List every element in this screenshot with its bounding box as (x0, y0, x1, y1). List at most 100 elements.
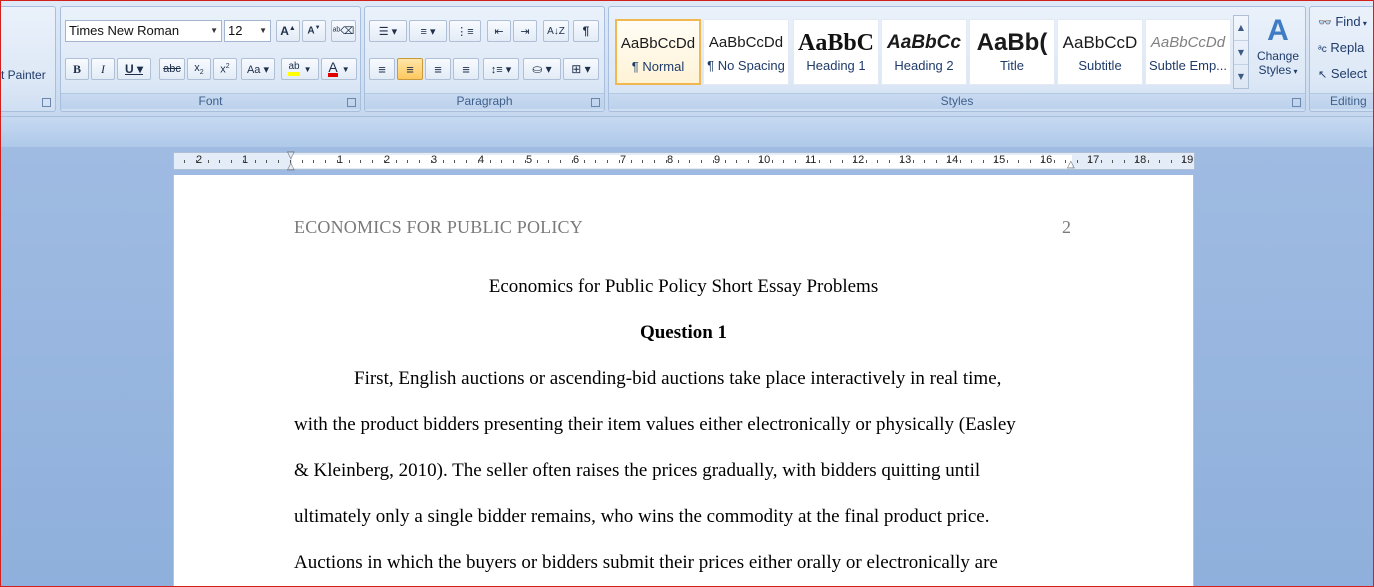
ruler-tick (748, 160, 749, 163)
align-left-icon: ≡ (378, 61, 386, 77)
style-sample: AaBb( (976, 29, 1048, 56)
ruler-tick (196, 160, 197, 163)
font-name-combo[interactable]: Times New Roman ▼ (65, 20, 222, 42)
align-center-button[interactable]: ≡ (397, 58, 423, 80)
ruler-tick (1089, 160, 1090, 163)
numbering-button[interactable]: ≡ ▾ (409, 20, 447, 42)
font-size-combo[interactable]: 12 ▼ (224, 20, 271, 42)
font-group: Times New Roman ▼ 12 ▼ A▲ A▼ ᵃᵇ⌫ B I U ▾… (60, 6, 361, 112)
ruler-tick (478, 160, 479, 163)
change-styles-label-1: Change (1256, 49, 1300, 63)
font-name-value: Times New Roman (69, 23, 180, 38)
ruler-tick (396, 160, 397, 163)
ruler-tick (290, 160, 291, 163)
shrink-font-button[interactable]: A▼ (302, 20, 326, 42)
cursor-arrow-icon: ↖ (1318, 69, 1328, 81)
highlight-color-button[interactable]: ab ▼ (281, 58, 319, 80)
change-case-button[interactable]: Aa ▾ (241, 58, 275, 80)
ruler-number: 8 (667, 154, 674, 166)
superscript-button[interactable]: x2 (213, 58, 237, 80)
find-button[interactable]: 👓 Find ▾ (1318, 14, 1367, 29)
bullets-button[interactable]: ☰ ▾ (369, 20, 407, 42)
style-subtle-emphasis[interactable]: AaBbCcDd Subtle Emp... (1145, 19, 1231, 85)
ruler-tick (654, 160, 655, 163)
clear-formatting-button[interactable]: ᵃᵇ⌫ (331, 20, 356, 42)
ruler-tick (184, 160, 185, 163)
style-name: ¶ No Spacing (707, 58, 785, 73)
ruler-tick (560, 160, 561, 163)
gallery-more-icon[interactable]: ▼ (1234, 64, 1248, 88)
ruler-tick (466, 160, 467, 163)
clipboard-launcher-icon[interactable] (42, 98, 51, 107)
grow-font-button[interactable]: A▲ (276, 20, 300, 42)
ruler-tick (595, 160, 596, 163)
style-name: ¶ Normal (631, 59, 685, 74)
ruler-tick (854, 160, 855, 163)
chevron-down-icon: ▾ (1360, 19, 1367, 28)
align-right-icon: ≡ (434, 61, 442, 77)
replace-button[interactable]: ᵃc Repla (1318, 40, 1364, 55)
font-color-button[interactable]: A ▼ (321, 58, 357, 80)
styles-launcher-icon[interactable] (1292, 98, 1301, 107)
increase-indent-button[interactable]: ⇥ (513, 20, 537, 42)
sort-button[interactable]: A↓Z (543, 20, 569, 42)
subscript-button[interactable]: x2 (187, 58, 211, 80)
ribbon-bottom-bar (0, 117, 1374, 147)
ruler-tick (619, 160, 620, 163)
ruler-tick (302, 160, 303, 163)
ruler-number: 7 (620, 154, 627, 166)
italic-button[interactable]: I (91, 58, 115, 80)
horizontal-ruler[interactable]: 2 1 1 2 3 4 5 6 7 8 9 10 11 12 13 14 15 … (173, 150, 1195, 172)
strikethrough-button[interactable]: abc (159, 58, 185, 80)
ruler-tick (490, 160, 491, 163)
right-indent-icon[interactable]: △ (1067, 159, 1075, 170)
scroll-up-icon[interactable]: ▲ (1234, 16, 1248, 40)
style-heading-2[interactable]: AaBbCc Heading 2 (881, 19, 967, 85)
chevron-down-icon: ▼ (210, 26, 218, 35)
style-no-spacing[interactable]: AaBbCcDd ¶ No Spacing (703, 19, 789, 85)
style-sample: AaBbCcDd (708, 34, 784, 51)
ruler-tick (795, 160, 796, 163)
paragraph-group: ☰ ▾ ≡ ▾ ⋮≡ ⇤ ⇥ A↓Z ¶ ≡ ≡ ≡ ≡ ↕≡ ▾ ⛀ ▾ ⊞ … (364, 6, 605, 112)
ruler-tick (866, 160, 867, 163)
ruler-tick (936, 160, 937, 163)
ruler-number: 6 (573, 154, 580, 166)
decrease-indent-button[interactable]: ⇤ (487, 20, 511, 42)
style-sample: AaBbCcD (1062, 33, 1138, 52)
paragraph-launcher-icon[interactable] (591, 98, 600, 107)
shrink-font-icon: A▼ (307, 25, 321, 37)
page-header-title: ECONOMICS FOR PUBLIC POLICY (294, 217, 583, 237)
align-left-button[interactable]: ≡ (369, 58, 395, 80)
style-subtitle[interactable]: AaBbCcD Subtitle (1057, 19, 1143, 85)
style-name: Subtle Emp... (1148, 58, 1228, 73)
style-normal[interactable]: AaBbCcDd ¶ Normal (615, 19, 701, 85)
justify-button[interactable]: ≡ (453, 58, 479, 80)
chevron-down-icon: ▾ (1291, 67, 1298, 76)
change-styles-button[interactable]: A Change Styles ▾ (1253, 13, 1303, 93)
change-case-icon: Aa ▾ (246, 63, 270, 76)
align-right-button[interactable]: ≡ (425, 58, 451, 80)
ruler-tick (995, 160, 996, 163)
bold-button[interactable]: B (65, 58, 89, 80)
ruler-tick (454, 160, 455, 163)
multilevel-list-button[interactable]: ⋮≡ (449, 20, 481, 42)
format-painter-button[interactable]: t Painter (1, 68, 46, 82)
gallery-scroll[interactable]: ▲ ▼ ▼ (1233, 15, 1249, 89)
shading-button[interactable]: ⛀ ▾ (523, 58, 561, 80)
justify-icon: ≡ (462, 61, 470, 77)
strikethrough-icon: abc (163, 63, 181, 75)
ruler-tick (1112, 160, 1113, 163)
ruler-tick (1101, 160, 1102, 163)
paragraph-line: & Kleinberg, 2010). The seller often rai… (294, 460, 981, 481)
borders-button[interactable]: ⊞ ▾ (563, 58, 599, 80)
document-page[interactable]: ECONOMICS FOR PUBLIC POLICY 2 Economics … (173, 175, 1194, 587)
style-title[interactable]: AaBb( Title (969, 19, 1055, 85)
page-number: 2 (1062, 217, 1071, 237)
show-formatting-button[interactable]: ¶ (573, 20, 599, 42)
line-spacing-button[interactable]: ↕≡ ▾ (483, 58, 519, 80)
select-button[interactable]: ↖ Select (1318, 66, 1367, 81)
style-heading-1[interactable]: AaBbC Heading 1 (793, 19, 879, 85)
scroll-down-icon[interactable]: ▼ (1234, 40, 1248, 64)
underline-button[interactable]: U ▾ (117, 58, 151, 80)
font-launcher-icon[interactable] (347, 98, 356, 107)
